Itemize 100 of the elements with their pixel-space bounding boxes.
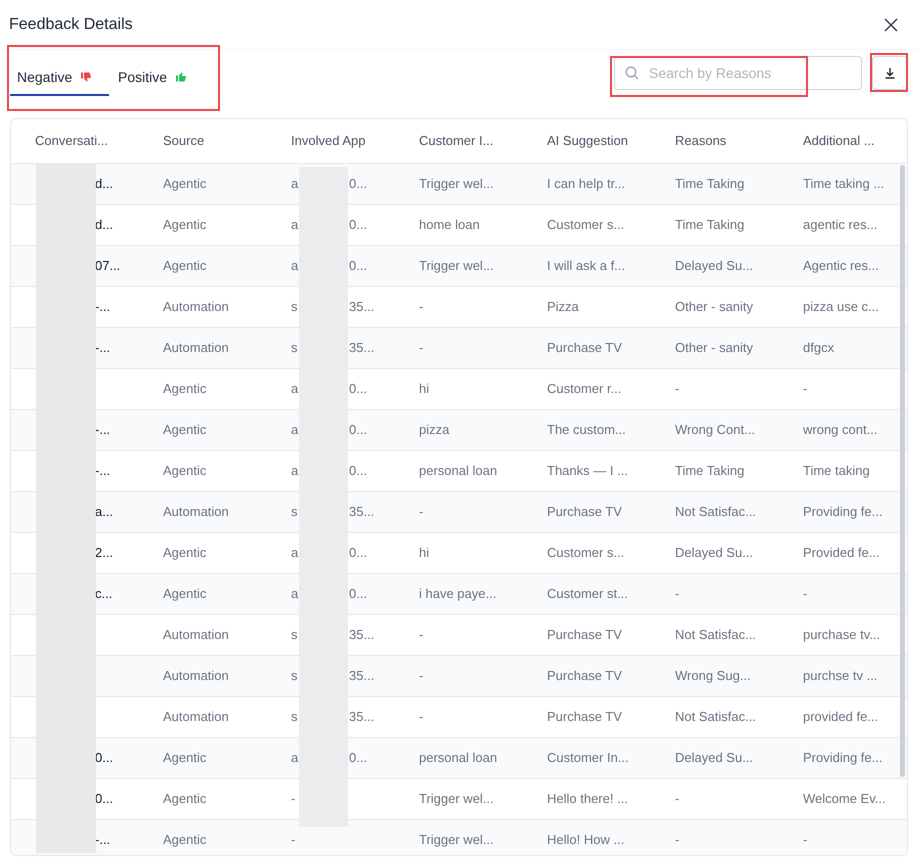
table-cell-text: Purchase TV: [547, 667, 622, 686]
table-cell-text: -: [419, 708, 424, 726]
table-cell-text: pizza: [419, 421, 450, 440]
table-cell-text: -: [675, 790, 680, 808]
table-cell-text: Trigger wel...: [419, 831, 494, 850]
column-header[interactable]: Additional ...: [803, 131, 907, 151]
download-button[interactable]: [872, 56, 908, 90]
table-cell-text: 35...: [349, 626, 374, 644]
table-cell-text: s: [291, 298, 298, 316]
table-cell: 07...: [95, 258, 120, 274]
table-cell-text: 0...: [349, 175, 368, 194]
close-icon: [884, 18, 898, 32]
table-cell-text: -: [675, 831, 680, 850]
tab[interactable]: Positive: [111, 60, 194, 96]
table-cell-text: 35...: [349, 503, 374, 522]
thumbs-down-icon: [80, 71, 92, 83]
table-cell-text: Automation: [163, 708, 229, 726]
table-cell-text: s: [291, 503, 298, 522]
table-cell-text: Time Taking: [675, 216, 744, 234]
table-cell-text: home loan: [419, 216, 480, 234]
table-cell-text: Providing fe...: [803, 749, 882, 768]
table-cell-text: s: [291, 708, 298, 726]
table-cell-text: Automation: [163, 339, 229, 358]
table-cell-text: 0...: [349, 585, 368, 604]
table-cell-text: Not Satisfac...: [675, 708, 756, 726]
table-cell-text: Agentic: [163, 380, 206, 398]
scrollbar-thumb[interactable]: [900, 165, 905, 777]
table-cell-text: -: [419, 626, 424, 644]
table-cell-text: hi: [419, 380, 430, 398]
column-header[interactable]: Reasons: [675, 131, 803, 151]
table-cell-text: Agentic: [163, 544, 206, 562]
table-cell-text: Purchase TV: [547, 708, 622, 726]
dialog-title: Feedback Details: [9, 14, 133, 34]
column-header[interactable]: AI Suggestion: [547, 131, 675, 151]
table-cell-text: a: [291, 257, 299, 276]
table-cell-text: -: [291, 831, 296, 850]
table-cell-text: Not Satisfac...: [675, 503, 756, 522]
table-cell-text: hi: [419, 544, 430, 562]
table-cell-text: Time Taking: [675, 175, 744, 194]
table-cell-text: Provided fe...: [803, 544, 880, 562]
table-cell-text: Delayed Su...: [675, 749, 754, 768]
table-cell-text: s: [291, 339, 298, 358]
table-cell-text: s: [291, 667, 298, 686]
table-cell-text: 35...: [349, 339, 374, 358]
table-cell-text: a: [291, 749, 299, 768]
table-cell-text: 0...: [349, 380, 368, 398]
table-cell-text: 0...: [349, 421, 368, 440]
table-cell-text: i have paye...: [419, 585, 496, 604]
table-cell-text: -: [803, 831, 808, 850]
table-cell-text: personal loan: [419, 749, 498, 768]
table-cell-text: Other - sanity: [675, 339, 754, 358]
table-cell-text: Not Satisfac...: [675, 626, 756, 644]
table-cell-text: Agentic: [163, 216, 206, 234]
table-cell-text: a: [291, 544, 299, 562]
table-cell-text: Purchase TV: [547, 339, 622, 358]
table-cell-text: I can help tr...: [547, 175, 626, 194]
table-cell-text: Pizza: [547, 298, 579, 316]
table-cell-text: -: [675, 585, 680, 604]
table-cell-text: Hello! How ...: [547, 831, 624, 850]
highlight-frame: [870, 53, 908, 92]
table-cell: d...: [95, 176, 114, 192]
table-cell-text: Delayed Su...: [675, 257, 754, 276]
column-header[interactable]: Conversati...: [35, 131, 163, 151]
table-cell-text: -: [419, 667, 424, 686]
table-cell: 2...: [95, 545, 114, 560]
table-cell-text: a: [291, 421, 299, 440]
table-cell-text: Agentic res...: [803, 257, 879, 276]
column-header[interactable]: Source: [163, 131, 291, 151]
table-cell-text: -: [419, 298, 424, 316]
table-cell-text: Providing fe...: [803, 503, 882, 522]
table-cell-text: I will ask a f...: [547, 257, 626, 276]
table-cell-text: Agentic: [163, 790, 206, 808]
table-cell-text: Hello there! ...: [547, 790, 628, 808]
search-field[interactable]: Search by Reasons: [614, 56, 862, 90]
table-cell-text: Welcome Ev...: [803, 790, 886, 808]
column-header[interactable]: Customer I...: [419, 131, 547, 151]
table-cell-text: Time taking: [803, 462, 870, 480]
table-cell-text: The custom...: [547, 421, 626, 440]
tab[interactable]: Negative: [10, 60, 109, 96]
table-cell-text: -: [419, 339, 424, 358]
table-cell-text: Agentic: [163, 175, 206, 194]
table-cell-text: 0...: [349, 216, 368, 234]
table-cell-text: -: [803, 585, 808, 604]
table-cell-text: agentic res...: [803, 216, 878, 234]
table-cell-text: purchase tv...: [803, 626, 880, 644]
download-icon: [884, 67, 896, 79]
table-cell-text: Agentic: [163, 749, 206, 768]
table-cell-text: Agentic: [163, 831, 206, 850]
table-cell-text: -: [803, 380, 808, 398]
table-cell-text: a: [291, 585, 299, 604]
table-cell-text: Agentic: [163, 462, 206, 480]
table-cell-text: Trigger wel...: [419, 175, 494, 194]
table-cell-text: Automation: [163, 503, 229, 522]
table-cell-text: Trigger wel...: [419, 257, 494, 276]
column-header[interactable]: Involved App: [291, 131, 419, 151]
table-cell-text: 35...: [349, 298, 374, 316]
table-cell-text: Agentic: [163, 421, 206, 440]
table-cell-text: 0...: [349, 257, 368, 276]
table-cell-text: a: [291, 380, 299, 398]
table-cell-text: Customer r...: [547, 380, 622, 398]
